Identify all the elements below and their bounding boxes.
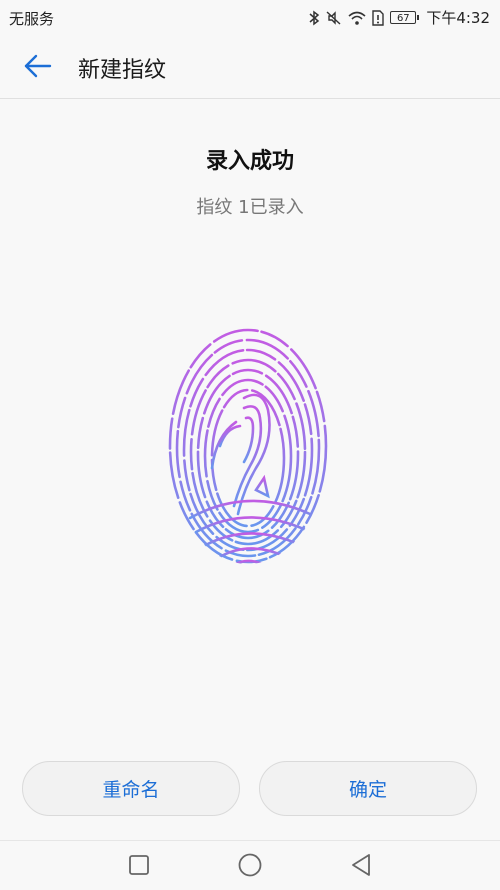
sim-alert-icon (372, 9, 385, 26)
home-circle-icon[interactable] (237, 852, 263, 878)
page-title: 新建指纹 (78, 58, 167, 83)
carrier-label: 无服务 (9, 10, 55, 28)
status-icons: 67 下午4:32 (308, 7, 490, 28)
navigation-bar (0, 840, 500, 890)
status-bar: 无服务 67 下午4:32 (0, 0, 500, 34)
arrow-left-icon (24, 54, 52, 78)
wifi-icon (348, 11, 366, 25)
back-triangle-icon[interactable] (348, 852, 374, 878)
clock: 下午4:32 (426, 9, 490, 27)
bluetooth-icon (309, 10, 320, 25)
fingerprint-icon (168, 328, 328, 564)
success-headline: 录入成功 (205, 149, 294, 174)
enrolled-subline: 指纹 1已录入 (196, 197, 304, 218)
mute-icon (326, 10, 341, 25)
confirm-button[interactable]: 确定 (259, 761, 477, 816)
battery-icon: 67 (390, 11, 420, 24)
rename-button[interactable]: 重命名 (22, 761, 240, 816)
app-bar: 新建指纹 (0, 34, 500, 99)
recents-square-icon[interactable] (126, 852, 152, 878)
back-button[interactable] (18, 48, 58, 84)
